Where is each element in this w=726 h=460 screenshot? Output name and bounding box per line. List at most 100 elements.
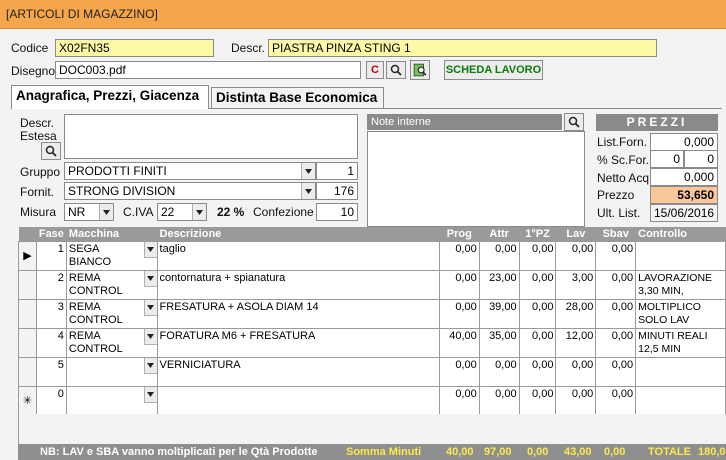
cell-macchina[interactable]: REMA CONTROL [65,270,158,300]
cell-fase[interactable]: 1 [35,241,67,271]
table-row[interactable]: ▶ 1 SEGA BIANCO taglio 0,00 0,00 0,00 0,00 0,00 [18,241,726,271]
cell-1pz[interactable]: 0,00 [518,386,557,416]
fornitore-select[interactable]: STRONG DIVISION [64,182,316,200]
cell-descrizione[interactable]: FRESATURA + ASOLA DIAM 14 [156,299,440,329]
confezione-field[interactable]: 10 [316,203,358,221]
scheda-lavoro-button[interactable]: SCHEDA LAVORO [444,60,543,80]
chevron-down-icon[interactable] [143,329,157,345]
row-selector[interactable] [18,357,37,387]
open-document-button[interactable] [410,60,430,80]
note-zoom-button[interactable] [564,113,584,131]
cell-macchina[interactable]: SEGA BIANCO [65,241,158,271]
cell-1pz[interactable]: 0,00 [518,328,557,358]
cell-attr[interactable]: 35,00 [478,328,520,358]
cell-1pz[interactable]: 0,00 [518,270,557,300]
cell-fase[interactable]: 3 [35,299,67,329]
list-forn-field[interactable]: 0,000 [650,133,718,151]
descr-field[interactable]: PIASTRA PINZA STING 1 [268,39,657,57]
note-interne-field[interactable] [367,131,585,227]
table-row[interactable]: ✳ 0 0,00 0,00 0,00 0,00 0,00 [18,386,726,416]
chevron-down-icon[interactable] [143,242,157,258]
chevron-down-icon[interactable] [143,358,157,374]
cell-descrizione[interactable] [156,386,440,416]
cell-fase[interactable]: 4 [35,328,67,358]
cell-prog[interactable]: 0,00 [438,241,480,271]
cell-macchina[interactable] [65,357,158,387]
chevron-down-icon[interactable] [143,300,157,316]
cell-lav[interactable]: 28,00 [555,299,597,329]
gruppo-select[interactable]: PRODOTTI FINITI [64,162,316,180]
cell-prog[interactable]: 40,00 [438,328,480,358]
table-row[interactable]: 3 REMA CONTROL FRESATURA + ASOLA DIAM 14 0,… [18,299,726,329]
cell-1pz[interactable]: 0,00 [518,299,557,329]
chevron-down-icon[interactable] [99,204,113,220]
misura-select[interactable]: NR [64,203,114,221]
cell-descrizione[interactable]: taglio [156,241,440,271]
cell-controllo[interactable] [635,241,726,271]
cell-lav[interactable]: 0,00 [555,357,597,387]
search-file-button[interactable] [386,61,406,79]
row-selector[interactable]: ▶ [18,241,37,271]
chevron-down-icon[interactable] [301,163,315,179]
c-button[interactable]: C [366,61,384,79]
netto-acq-field[interactable]: 0,000 [650,168,718,186]
cell-attr[interactable]: 0,00 [478,357,520,387]
cell-sbav[interactable]: 0,00 [595,299,637,329]
cell-controllo[interactable]: MOLTIPLICO SOLO LAV [635,299,726,329]
cell-fase[interactable]: 0 [35,386,67,416]
cell-prog[interactable]: 0,00 [438,357,480,387]
descr-estesa-field[interactable] [64,114,358,159]
row-selector[interactable] [18,299,37,329]
cell-descrizione[interactable]: FORATURA M6 + FRESATURA [156,328,440,358]
cell-macchina[interactable]: REMA CONTROL [65,299,158,329]
cell-lav[interactable]: 0,00 [555,386,597,416]
cell-attr[interactable]: 39,00 [478,299,520,329]
cell-attr[interactable]: 0,00 [478,241,520,271]
cell-prog[interactable]: 0,00 [438,299,480,329]
cell-prog[interactable]: 0,00 [438,270,480,300]
chevron-down-icon[interactable] [301,183,315,199]
tab-anagrafica[interactable]: Anagrafica, Prezzi, Giacenza [11,85,209,109]
cell-fase[interactable]: 5 [35,357,67,387]
cell-sbav[interactable]: 0,00 [595,357,637,387]
chevron-down-icon[interactable] [192,204,206,220]
cell-1pz-text: 0,00 [532,301,554,313]
cell-macchina[interactable] [65,386,158,416]
cell-sbav[interactable]: 0,00 [595,270,637,300]
sc-for-field-2[interactable]: 0 [684,150,718,168]
cell-sbav[interactable]: 0,00 [595,386,637,416]
cell-attr[interactable]: 23,00 [478,270,520,300]
cell-descrizione[interactable]: VERNICIATURA [156,357,440,387]
cell-macchina[interactable]: REMA CONTROL [65,328,158,358]
cell-controllo[interactable]: MINUTI REALI 12,5 MIN [635,328,726,358]
cell-fase[interactable]: 2 [35,270,67,300]
cell-controllo[interactable]: LAVORAZIONE 3,30 MIN, [635,270,726,300]
cell-lav[interactable]: 0,00 [555,241,597,271]
civa-select[interactable]: 22 [157,203,207,221]
cell-controllo[interactable] [635,386,726,416]
table-row[interactable]: 2 REMA CONTROL contornatura + spianatura 0,… [18,270,726,300]
tab-distinta-base[interactable]: Distinta Base Economica [211,87,384,109]
cell-lav[interactable]: 3,00 [555,270,597,300]
table-row[interactable]: 5 VERNICIATURA 0,00 0,00 0,00 0,00 0,00 [18,357,726,387]
cell-attr[interactable]: 0,00 [478,386,520,416]
row-selector[interactable] [18,328,37,358]
row-selector[interactable] [18,270,37,300]
disegno-field[interactable]: DOC003.pdf [55,61,361,79]
chevron-down-icon[interactable] [143,271,157,287]
sc-for-field-1[interactable]: 0 [650,150,684,168]
cell-controllo[interactable] [635,357,726,387]
codice-field[interactable]: X02FN35 [55,39,214,57]
row-selector[interactable]: ✳ [18,386,37,416]
cell-descrizione[interactable]: contornatura + spianatura [156,270,440,300]
cell-1pz[interactable]: 0,00 [518,357,557,387]
descr-estesa-zoom-button[interactable] [41,142,61,160]
cell-1pz[interactable]: 0,00 [518,241,557,271]
table-row[interactable]: 4 REMA CONTROL FORATURA M6 + FRESATURA 40,0… [18,328,726,358]
cell-prog[interactable]: 0,00 [438,386,480,416]
chevron-down-icon[interactable] [143,387,157,403]
cell-lav[interactable]: 12,00 [555,328,597,358]
cell-sbav[interactable]: 0,00 [595,241,637,271]
cell-sbav[interactable]: 0,00 [595,328,637,358]
prezzo-field[interactable]: 53,650 [650,186,718,204]
